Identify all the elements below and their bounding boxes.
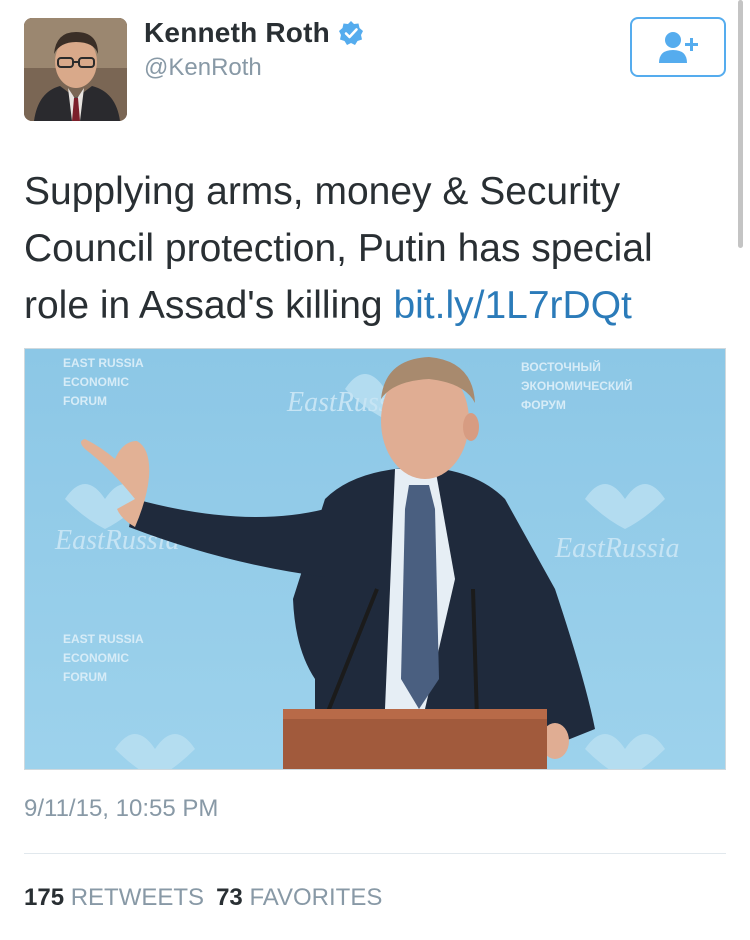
divider bbox=[24, 853, 726, 854]
retweets-label: RETWEETS bbox=[70, 884, 205, 911]
tweet-text: Supplying arms, money & Security Council… bbox=[24, 163, 724, 334]
verified-badge-icon bbox=[338, 20, 364, 46]
backdrop-text-en-5: ECONOMIC bbox=[63, 651, 129, 665]
retweets-stat[interactable]: 175 RETWEETS bbox=[24, 884, 204, 911]
backdrop-text-ru-1: ВОСТОЧНЫЙ bbox=[521, 359, 601, 374]
favorites-label: FAVORITES bbox=[249, 884, 383, 911]
tweet-photo[interactable]: EAST RUSSIA ECONOMIC FORUM ВОСТОЧНЫЙ ЭКО… bbox=[24, 348, 726, 770]
backdrop-text-ru-3: ФОРУМ bbox=[521, 398, 566, 412]
profile-photo bbox=[24, 18, 127, 121]
avatar[interactable] bbox=[24, 18, 127, 121]
scrollbar[interactable] bbox=[738, 0, 743, 248]
backdrop-text-en-1: EAST RUSSIA bbox=[63, 356, 144, 370]
backdrop-text-en-4: EAST RUSSIA bbox=[63, 632, 144, 646]
backdrop-text-en-6: FORUM bbox=[63, 670, 107, 684]
favorites-count: 73 bbox=[216, 884, 243, 911]
tweet-link[interactable]: bit.ly/1L7rDQt bbox=[393, 284, 631, 327]
tweet-timestamp[interactable]: 9/11/15, 10:55 PM bbox=[24, 795, 218, 823]
backdrop-logo-3: EastRussia bbox=[554, 533, 679, 564]
backdrop-text-ru-2: ЭКОНОМИЧЕСКИЙ bbox=[521, 378, 633, 393]
engagement-stats: 175 RETWEETS 73 FAVORITES bbox=[24, 884, 382, 912]
author-handle[interactable]: @KenRoth bbox=[144, 54, 262, 82]
display-name[interactable]: Kenneth Roth bbox=[144, 17, 330, 49]
retweets-count: 175 bbox=[24, 884, 65, 911]
follow-button[interactable] bbox=[630, 17, 726, 77]
author-name-row: Kenneth Roth bbox=[144, 17, 364, 49]
backdrop-text-en-3: FORUM bbox=[63, 394, 107, 408]
backdrop-text-en-2: ECONOMIC bbox=[63, 375, 129, 389]
photo-illustration: EAST RUSSIA ECONOMIC FORUM ВОСТОЧНЫЙ ЭКО… bbox=[25, 349, 725, 769]
add-user-icon bbox=[659, 32, 698, 63]
favorites-stat[interactable]: 73 FAVORITES bbox=[216, 884, 382, 911]
